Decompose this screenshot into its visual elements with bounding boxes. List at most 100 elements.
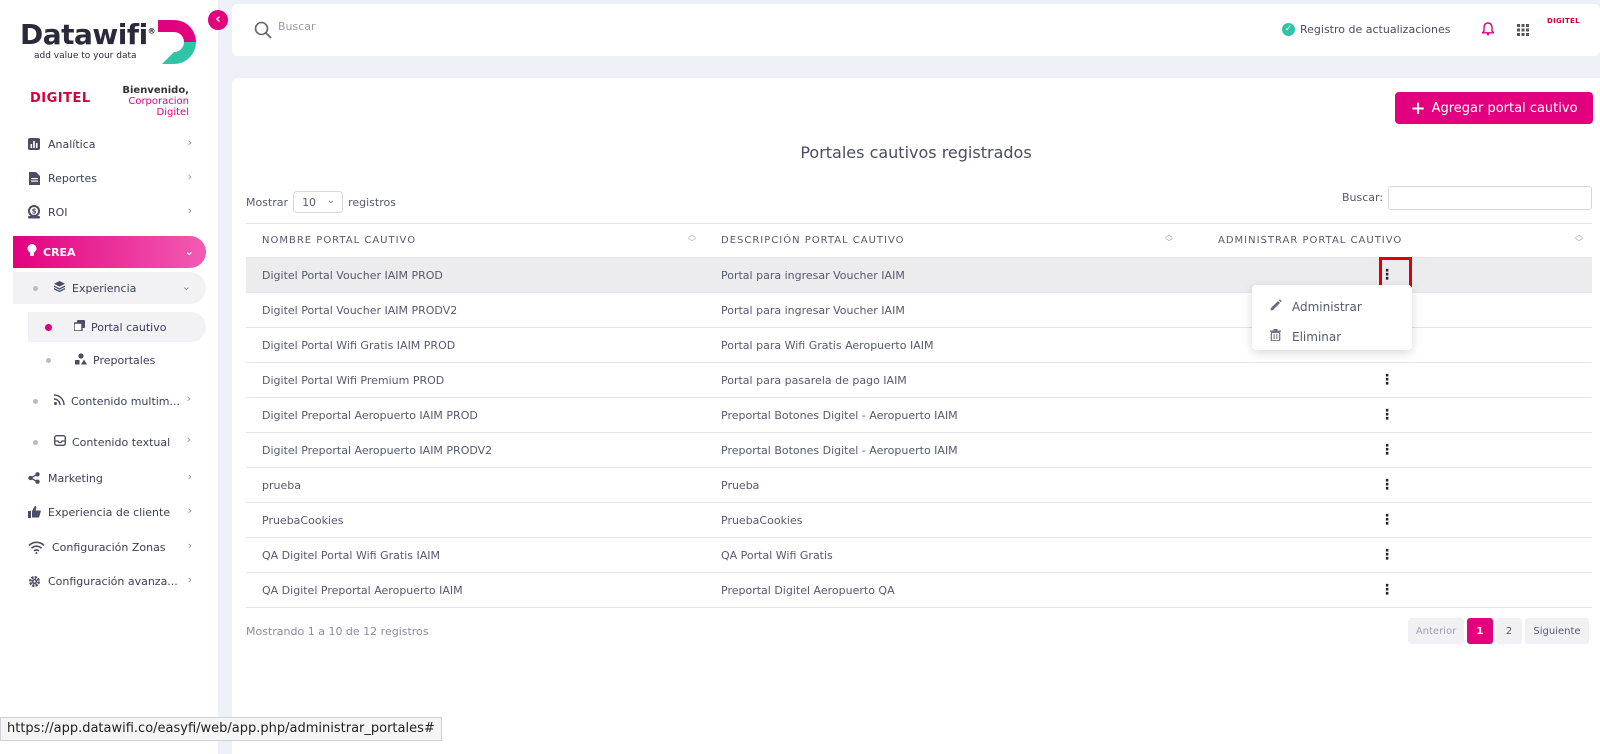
sidebar-item-label: Contenido multim...	[71, 394, 181, 408]
sidebar-item-crea[interactable]: CREA ⌄	[13, 236, 206, 268]
thumbs-up-icon	[26, 504, 42, 520]
pagination-next[interactable]: Siguiente	[1525, 618, 1589, 644]
add-captive-portal-button[interactable]: + Agregar portal cautivo	[1395, 92, 1593, 124]
menu-item-label: Administrar	[1292, 299, 1362, 314]
logo-text: Datawifi®	[20, 18, 156, 51]
cell-actions: ⋮	[1182, 537, 1592, 573]
pagination-page-2[interactable]: 2	[1496, 618, 1522, 644]
svg-text:$: $	[32, 208, 37, 216]
sidebar-item-analitica[interactable]: Analítica ›	[26, 132, 198, 156]
chevron-down-icon: ⌄	[184, 245, 194, 258]
menu-item-administrar[interactable]: Administrar	[1270, 299, 1362, 314]
cell-name: QA Digitel Preportal Aeropuerto IAIM	[246, 572, 705, 608]
kebab-menu-icon[interactable]: ⋮	[1380, 548, 1394, 562]
bullet-dot	[33, 439, 38, 445]
cell-description: Portal para ingresar Voucher IAIM	[705, 292, 1182, 328]
cell-description: Preportal Botones Digitel - Aeropuerto I…	[705, 397, 1182, 433]
cell-description: Prueba	[705, 467, 1182, 503]
column-header-name[interactable]: NOMBRE PORTAL CAUTIVO ︿ ﹀	[246, 223, 705, 258]
sidebar-item-contenido-textual[interactable]: Contenido textual ›	[33, 432, 199, 452]
chevron-right-icon: ›	[187, 504, 192, 517]
sidebar-item-roi[interactable]: $ ROI ›	[26, 200, 198, 224]
apps-grid-icon[interactable]	[1517, 24, 1529, 36]
column-header-label: NOMBRE PORTAL CAUTIVO	[262, 235, 417, 246]
cell-name: prueba	[246, 467, 705, 503]
datawifi-logo[interactable]: Datawifi® add value to your data	[20, 18, 200, 68]
page-title: Portales cautivos registrados	[800, 143, 1032, 162]
welcome-label: Bienvenido,	[122, 85, 189, 96]
sidebar-item-experiencia-cliente[interactable]: Experiencia de cliente ›	[26, 500, 198, 524]
sidebar: Datawifi® add value to your data ‹ DIGIT…	[0, 0, 228, 754]
kebab-menu-icon[interactable]: ⋮	[1380, 443, 1394, 457]
sidebar-item-preportales[interactable]: Preportales	[46, 350, 155, 370]
search-input[interactable]	[278, 20, 578, 33]
cell-name: Digitel Portal Wifi Gratis IAIM PROD	[246, 327, 705, 363]
kebab-menu-icon[interactable]: ⋮	[1380, 478, 1394, 492]
table-row[interactable]: Digitel Preportal Aeropuerto IAIM PRODV2…	[246, 432, 1592, 468]
cell-name: Digitel Portal Voucher IAIM PROD	[246, 257, 705, 293]
column-header-label: DESCRIPCIÓN PORTAL CAUTIVO	[721, 235, 905, 246]
sidebar-item-label: Preportales	[93, 353, 156, 367]
sidebar-item-marketing[interactable]: Marketing ›	[26, 466, 198, 490]
kebab-focus-highlight	[1379, 257, 1412, 288]
kebab-menu-icon[interactable]: ⋮	[1380, 583, 1394, 597]
shapes-icon	[75, 352, 87, 368]
table-row[interactable]: QA Digitel Portal Wifi Gratis IAIM QA Po…	[246, 537, 1592, 573]
chevron-down-icon: ⌄	[181, 280, 191, 293]
sidebar-item-contenido-multimedia[interactable]: Contenido multim... ›	[33, 391, 199, 411]
table-row[interactable]: QA Digitel Preportal Aeropuerto IAIM Pre…	[246, 572, 1592, 608]
chevron-left-icon: ‹	[215, 12, 221, 27]
table-row[interactable]: Digitel Portal Wifi Premium PROD Portal …	[246, 362, 1592, 398]
share-icon	[26, 470, 42, 486]
chevron-right-icon: ›	[186, 392, 191, 405]
sort-icon: ︿ ﹀	[688, 230, 697, 247]
update-log-link[interactable]: ✓ Registro de actualizaciones	[1282, 23, 1451, 36]
money-icon: $	[26, 204, 42, 220]
column-header-admin[interactable]: ADMINISTRAR PORTAL CAUTIVO ︿ ﹀	[1182, 223, 1592, 258]
sidebar-item-portal-cautivo[interactable]: Portal cautivo	[45, 317, 166, 337]
inbox-icon	[53, 434, 67, 449]
table-row[interactable]: Digitel Preportal Aeropuerto IAIM PROD P…	[246, 397, 1592, 433]
table-row[interactable]: PruebaCookies PruebaCookies ⋮	[246, 502, 1592, 538]
chevron-right-icon: ›	[187, 539, 192, 552]
kebab-menu-icon[interactable]: ⋮	[1380, 373, 1394, 387]
main-card: + Agregar portal cautivo Portales cautiv…	[232, 78, 1600, 754]
cell-name: Digitel Portal Wifi Premium PROD	[246, 362, 705, 398]
kebab-menu-icon[interactable]: ⋮	[1380, 513, 1394, 527]
browser-status-url: https://app.datawifi.co/easyfi/web/app.p…	[0, 717, 442, 741]
cell-name: QA Digitel Portal Wifi Gratis IAIM	[246, 537, 705, 573]
chart-icon	[26, 136, 42, 152]
sidebar-item-reportes[interactable]: Reportes ›	[26, 166, 198, 190]
digitel-logo: DIGITEL	[30, 91, 91, 106]
collapse-sidebar-button[interactable]: ‹	[208, 10, 228, 30]
logo-tagline: add value to your data	[34, 51, 137, 61]
kebab-menu-icon[interactable]: ⋮	[1380, 408, 1394, 422]
column-header-label: ADMINISTRAR PORTAL CAUTIVO	[1218, 235, 1403, 246]
menu-item-eliminar[interactable]: Eliminar	[1270, 329, 1341, 344]
table-filter-input[interactable]	[1388, 186, 1592, 210]
bullet-dot	[33, 285, 38, 291]
document-icon	[26, 170, 42, 186]
sidebar-item-label: Configuración avanza...	[48, 574, 178, 588]
pagination-previous[interactable]: Anterior	[1408, 618, 1464, 644]
welcome-message: Bienvenido, Corporacion Digitel	[122, 85, 189, 118]
bell-icon[interactable]	[1482, 22, 1494, 36]
page-length-select[interactable]: 10 ⌄	[293, 191, 344, 213]
sidebar-item-configuracion-zonas[interactable]: Configuración Zonas ›	[26, 535, 198, 559]
cell-actions: ⋮	[1182, 502, 1592, 538]
table-row[interactable]: prueba Prueba ⋮	[246, 467, 1592, 503]
sidebar-item-configuracion-avanzada[interactable]: Configuración avanza... ›	[26, 569, 198, 593]
sort-icon: ︿ ﹀	[1575, 230, 1584, 247]
page-length-control: Mostrar 10 ⌄ registros	[246, 191, 396, 213]
check-circle-icon: ✓	[1282, 23, 1295, 36]
pencil-icon	[1270, 299, 1284, 314]
sidebar-item-label: CREA	[43, 245, 76, 259]
filter-label: Buscar:	[1342, 191, 1384, 204]
sidebar-item-experiencia[interactable]: Experiencia ⌄	[33, 278, 199, 298]
pagination-page-1[interactable]: 1	[1467, 618, 1493, 644]
cell-description: Portal para pasarela de pago IAIM	[705, 362, 1182, 398]
column-header-description[interactable]: DESCRIPCIÓN PORTAL CAUTIVO ︿ ﹀	[705, 223, 1182, 258]
user-avatar-digitel[interactable]: DIGITEL	[1547, 17, 1580, 25]
cell-name: Digitel Portal Voucher IAIM PRODV2	[246, 292, 705, 328]
cell-description: Portal para ingresar Voucher IAIM	[705, 257, 1182, 293]
